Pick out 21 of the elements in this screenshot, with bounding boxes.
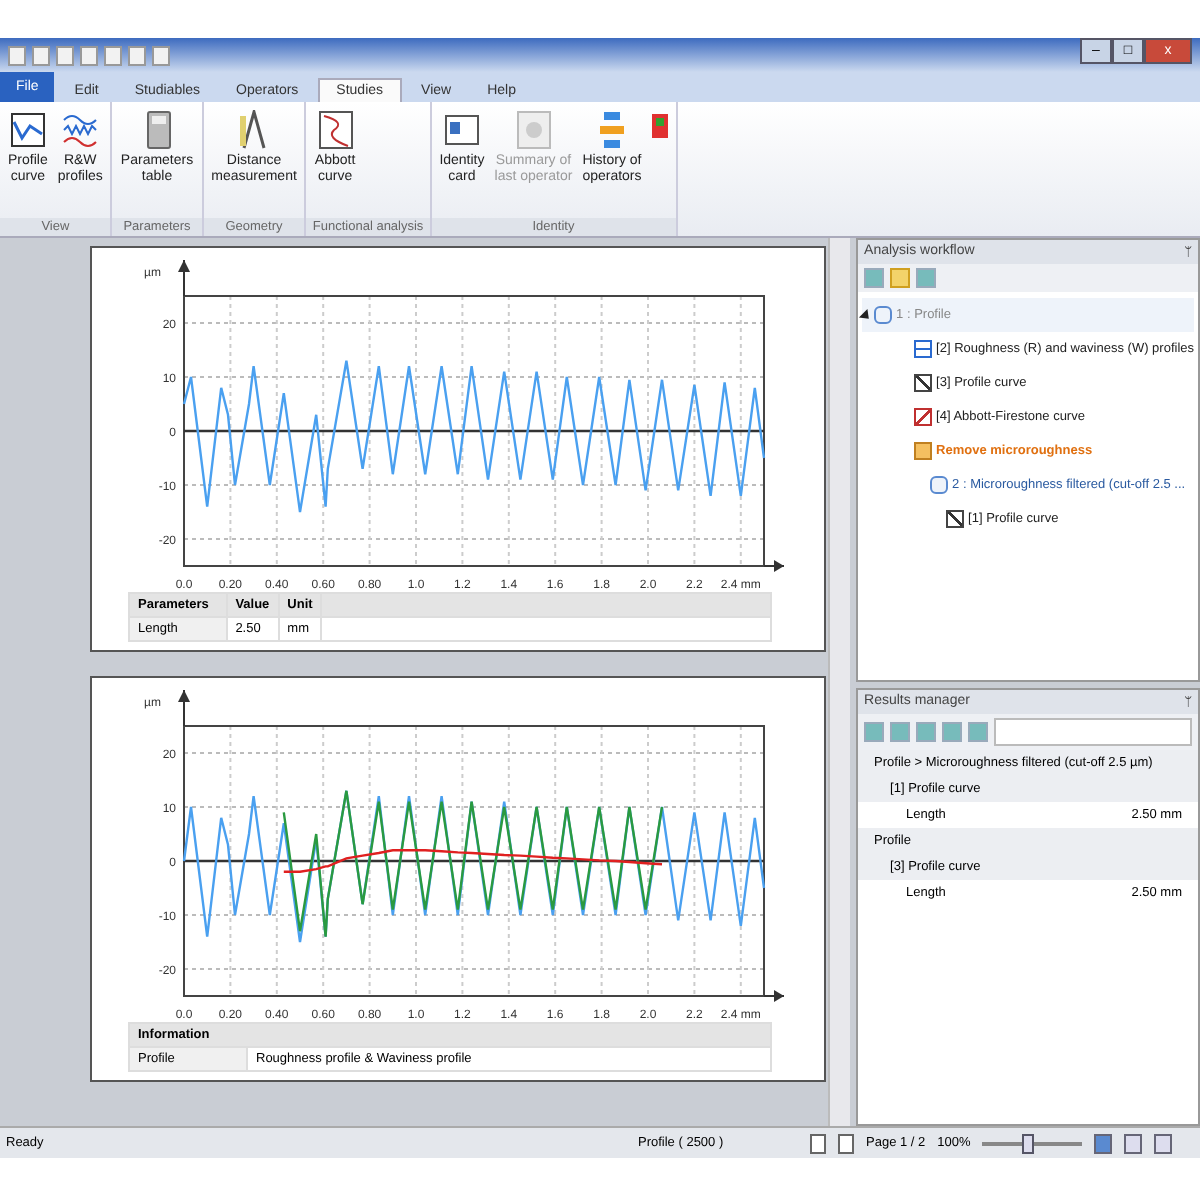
toolbar-icon[interactable]	[864, 268, 885, 288]
toolbar-icon[interactable]	[968, 722, 989, 742]
toolbar-icon[interactable]	[916, 268, 937, 288]
curve-chart-icon	[317, 110, 354, 150]
id-card-icon	[443, 110, 480, 150]
toolbar-icon[interactable]	[916, 722, 937, 742]
slider-thumb[interactable]	[1021, 1133, 1034, 1153]
scrollbar[interactable]	[828, 238, 851, 1126]
toolbar-icon[interactable]	[890, 268, 911, 288]
x-axis-arrow	[763, 560, 785, 572]
search-field[interactable]	[994, 718, 1192, 746]
toolbar-icon[interactable]	[864, 722, 885, 742]
y-axis-arrow	[178, 689, 190, 727]
y-axis-arrow	[178, 259, 190, 297]
wave-lines-icon	[62, 110, 99, 150]
toolbar-icon[interactable]	[890, 722, 911, 742]
curve-chart-icon	[9, 110, 46, 150]
wave-lines-icon	[914, 340, 933, 358]
curve-chart-icon	[946, 510, 965, 528]
x-axis-arrow	[763, 990, 785, 1002]
toolbar-icon[interactable]	[942, 722, 963, 742]
